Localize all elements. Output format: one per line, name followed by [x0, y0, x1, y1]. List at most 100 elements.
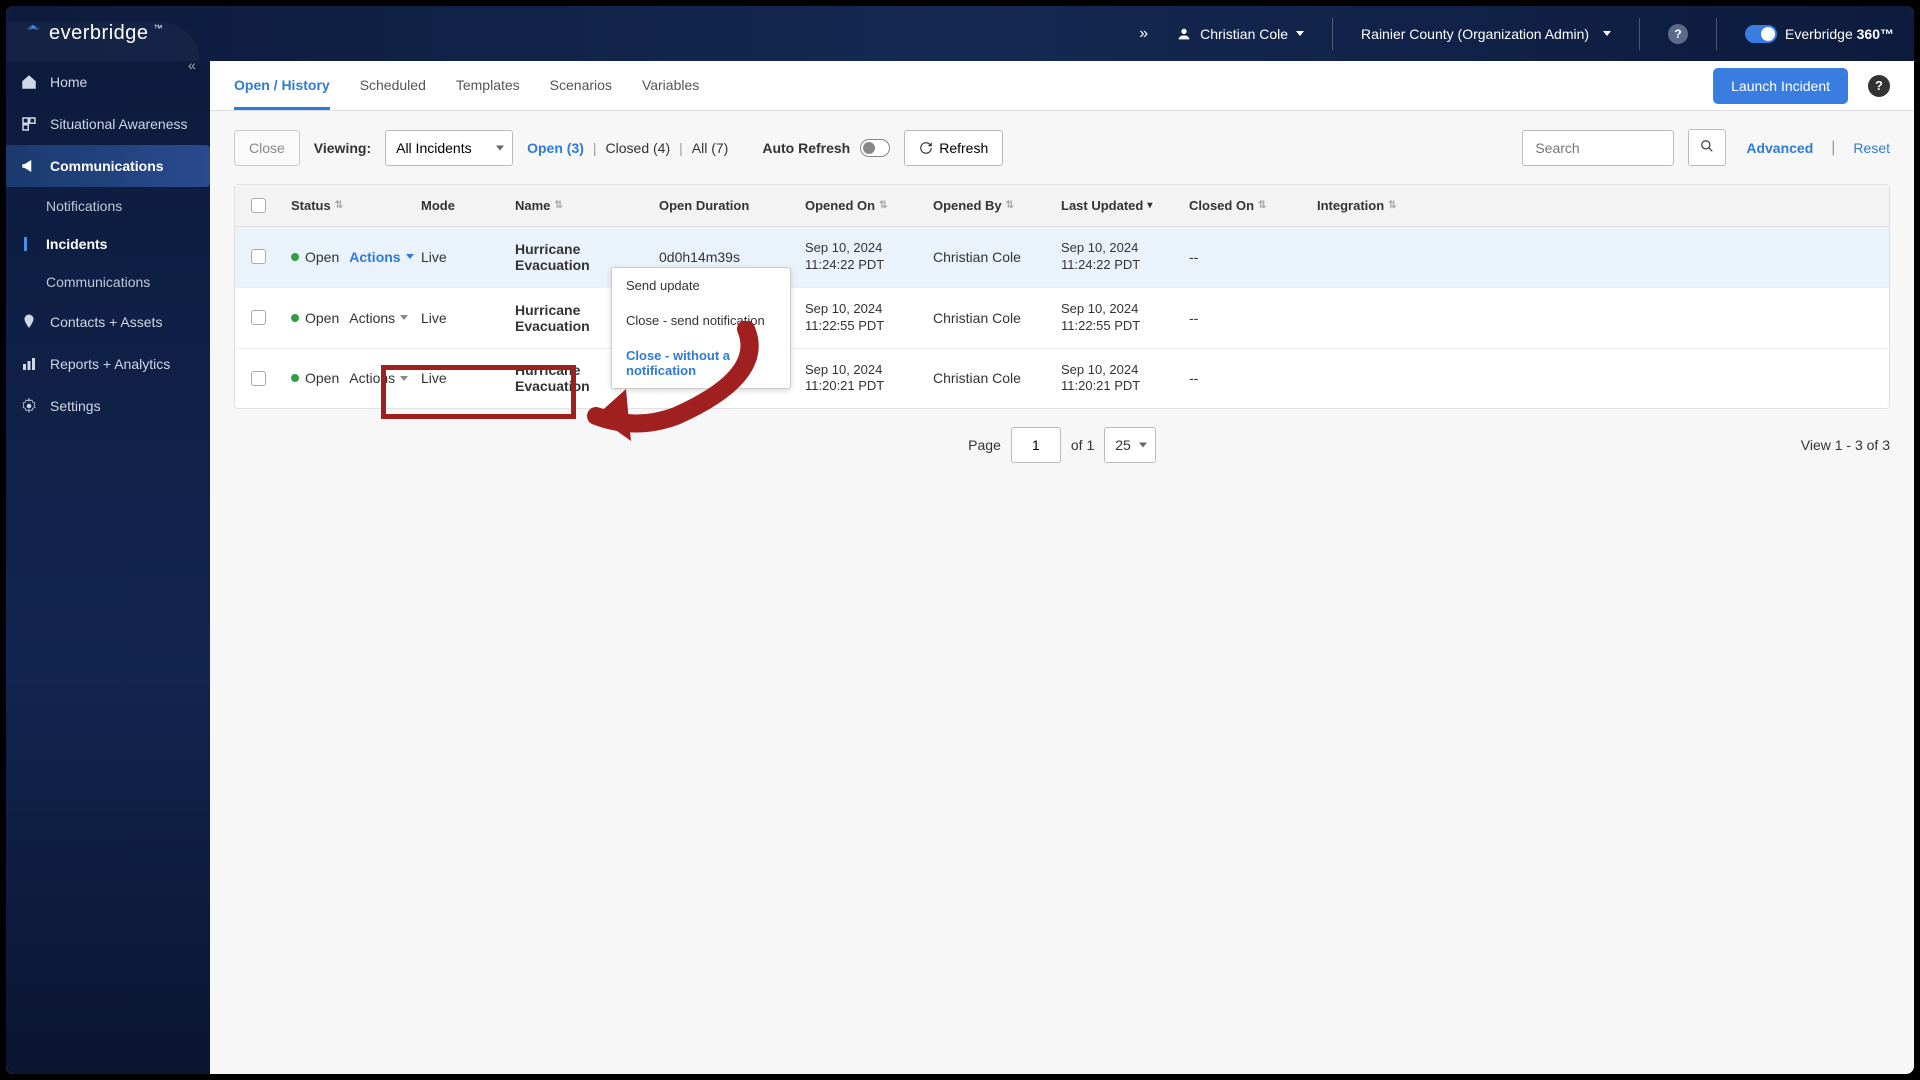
chart-icon [20, 355, 38, 373]
megaphone-icon [20, 157, 38, 175]
awareness-icon [20, 115, 38, 133]
page-label: Page [968, 437, 1001, 453]
select-all-checkbox[interactable] [251, 198, 266, 213]
filter-all[interactable]: All (7) [692, 140, 729, 156]
actions-menu[interactable]: Actions [349, 249, 413, 265]
advanced-link[interactable]: Advanced [1746, 140, 1813, 156]
org-name: Rainier County (Organization Admin) [1361, 26, 1589, 42]
brand-logo[interactable]: everbridge ™ [16, 22, 200, 45]
user-name: Christian Cole [1200, 26, 1288, 42]
refresh-icon [919, 141, 933, 155]
last-updated-cell: Sep 10, 2024 11:22:55 PDT [1051, 288, 1179, 348]
home-icon [20, 73, 38, 91]
auto-refresh-label: Auto Refresh [762, 140, 850, 156]
opened-by-cell: Christian Cole [923, 227, 1051, 287]
topbar: everbridge ™ » Christian Cole Rainier Co… [6, 6, 1914, 61]
col-closed-on[interactable]: Closed On⇅ [1179, 185, 1307, 226]
table-row: Open Actions Live Hurricane Evacuation 0… [235, 227, 1889, 288]
reset-link[interactable]: Reset [1853, 140, 1890, 156]
brand-360-toggle[interactable]: Everbridge 360™ [1745, 25, 1894, 43]
col-mode[interactable]: Mode [411, 185, 505, 226]
tab-open-history[interactable]: Open / History [234, 63, 330, 110]
col-status[interactable]: Status⇅ [281, 185, 411, 226]
sidebar-sub-notifications[interactable]: Notifications [6, 187, 210, 225]
status-dot-icon [291, 374, 299, 382]
org-menu[interactable]: Rainier County (Organization Admin) [1361, 26, 1611, 42]
pagination: Page of 1 25 View 1 - 3 of 3 [210, 409, 1914, 463]
tab-templates[interactable]: Templates [456, 63, 520, 109]
actions-menu[interactable]: Actions [349, 370, 408, 386]
tabs-row: Open / History Scheduled Templates Scena… [210, 61, 1914, 111]
mode-cell: Live [411, 349, 505, 409]
filter-closed[interactable]: Closed (4) [606, 140, 671, 156]
sidebar-item-situational[interactable]: Situational Awareness [6, 103, 210, 145]
per-page-select[interactable]: 25 [1104, 427, 1156, 463]
last-updated-cell: Sep 10, 2024 11:24:22 PDT [1051, 227, 1179, 287]
launch-incident-button[interactable]: Launch Incident [1713, 68, 1848, 104]
auto-refresh-toggle[interactable] [860, 139, 890, 157]
row-checkbox[interactable] [251, 249, 266, 264]
row-checkbox[interactable] [251, 310, 266, 325]
caret-down-icon [1296, 31, 1304, 36]
brand-name: everbridge [49, 22, 149, 45]
tab-variables[interactable]: Variables [642, 63, 699, 109]
status-dot-icon [291, 253, 299, 261]
user-menu[interactable]: Christian Cole [1176, 26, 1304, 42]
search-button[interactable] [1688, 129, 1726, 166]
close-button[interactable]: Close [234, 130, 300, 166]
toolbar: Close Viewing: All Incidents Open (3) | … [210, 111, 1914, 184]
refresh-button[interactable]: Refresh [904, 130, 1003, 166]
actions-menu[interactable]: Actions [349, 310, 408, 326]
content-area: Open / History Scheduled Templates Scena… [210, 61, 1914, 1074]
closed-on-cell: -- [1179, 288, 1307, 348]
tab-scenarios[interactable]: Scenarios [550, 63, 612, 109]
toggle-icon [1745, 25, 1777, 43]
page-of: of 1 [1071, 437, 1094, 453]
user-icon [1176, 26, 1192, 42]
page-input[interactable] [1011, 427, 1061, 463]
everbridge-logo-icon [22, 23, 44, 45]
col-integration[interactable]: Integration⇅ [1307, 185, 1889, 226]
col-opened-on[interactable]: Opened On⇅ [795, 185, 923, 226]
incidents-table: Status⇅ Mode Name⇅ Open Duration Opened … [234, 184, 1890, 409]
integration-cell [1307, 227, 1889, 287]
closed-on-cell: -- [1179, 227, 1307, 287]
pin-icon [20, 313, 38, 331]
sidebar-sub-incidents[interactable]: Incidents [6, 225, 210, 263]
viewing-label: Viewing: [314, 140, 371, 156]
opened-on-cell: Sep 10, 2024 11:22:55 PDT [795, 288, 923, 348]
viewing-select[interactable]: All Incidents [385, 130, 513, 166]
sidebar-label: Contacts + Assets [50, 314, 162, 330]
actions-dropdown: Send update Close - send notification Cl… [611, 267, 791, 389]
col-duration[interactable]: Open Duration [649, 185, 795, 226]
dropdown-send-update[interactable]: Send update [612, 268, 790, 303]
help-icon[interactable]: ? [1868, 75, 1890, 97]
col-opened-by[interactable]: Opened By⇅ [923, 185, 1051, 226]
mode-cell: Live [411, 227, 505, 287]
view-range: View 1 - 3 of 3 [1338, 437, 1890, 453]
sidebar-item-communications[interactable]: Communications [6, 145, 210, 187]
dropdown-close-send[interactable]: Close - send notification [612, 303, 790, 338]
sidebar-label: Communications [50, 158, 164, 174]
sidebar-sub-communications[interactable]: Communications [6, 263, 210, 301]
col-name[interactable]: Name⇅ [505, 185, 649, 226]
search-input[interactable] [1522, 130, 1674, 166]
closed-on-cell: -- [1179, 349, 1307, 409]
expand-icon[interactable]: » [1139, 25, 1148, 43]
sidebar-item-reports[interactable]: Reports + Analytics [6, 343, 210, 385]
sidebar-label: Settings [50, 398, 101, 414]
tab-scheduled[interactable]: Scheduled [360, 63, 426, 109]
sidebar-item-contacts[interactable]: Contacts + Assets [6, 301, 210, 343]
status-text: Open [305, 249, 339, 265]
filter-open[interactable]: Open (3) [527, 140, 584, 156]
col-last-updated[interactable]: Last Updated▾ [1051, 185, 1179, 226]
help-icon[interactable]: ? [1668, 24, 1688, 44]
sidebar-item-home[interactable]: Home [6, 61, 210, 103]
sidebar-label: Home [50, 74, 87, 90]
chevron-down-icon [400, 315, 408, 320]
dropdown-close-without[interactable]: Close - without a notification [612, 338, 790, 388]
gear-icon [20, 397, 38, 415]
row-checkbox[interactable] [251, 371, 266, 386]
collapse-sidebar-icon[interactable]: « [188, 57, 206, 75]
sidebar-item-settings[interactable]: Settings [6, 385, 210, 427]
